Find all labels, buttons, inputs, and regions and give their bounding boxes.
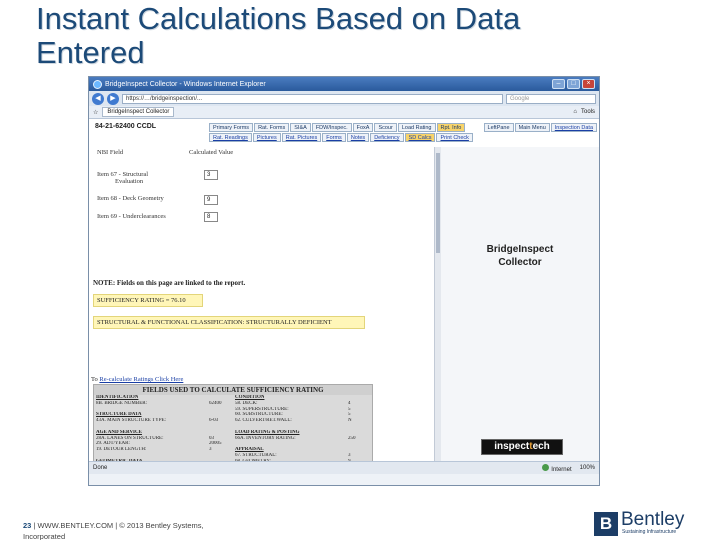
tab-main-menu[interactable]: Main Menu [514,123,550,132]
recalc-link[interactable]: Re-calculate Ratings Click Here [99,376,183,383]
calculated-value-header: Calculated Value [189,149,234,156]
tab-primary-forms[interactable]: Primary Forms [209,123,254,132]
field-item-67-label: Item 67 - Structural Evaluation [97,171,149,185]
footer-text: | WWW.BENTLEY.COM | © 2013 Bentley Syste… [33,521,204,530]
bridgeinspect-logo: BridgeInspect Collector [486,244,554,268]
sufficiency-rating: SUFFICIENCY RATING = 76.10 [93,294,203,307]
status-text: Done [93,465,108,471]
window-title: BridgeInspect Collector - Windows Intern… [105,80,266,88]
window-controls: – □ × [552,79,595,89]
slide-title-line-1: Instant Calculations Based on Data [36,1,521,36]
tab-rat-forms[interactable]: Rat. Forms [254,123,290,132]
search-input[interactable]: Google [506,93,596,104]
page-number: 23 [23,521,32,530]
bentley-name: Bentley [621,509,685,530]
maximize-button[interactable]: □ [567,79,580,89]
tab-forms[interactable]: Forms [322,133,346,142]
browser-tab[interactable]: BridgeInspect Collector [102,107,175,117]
zone-indicator: Internet [542,463,572,473]
tab-foxa[interactable]: FoxA [352,123,374,132]
nbi-field-header: NBI Field [97,149,124,156]
tab-sd-calcs[interactable]: SD Calcs [404,133,436,142]
tab-rpt-info[interactable]: Rpt. Info [436,123,466,132]
status-bar: Done Internet 100% [89,461,599,474]
slide-title: Instant Calculations Based on Data Enter… [36,2,676,70]
browser-window: BridgeInspect Collector - Windows Intern… [88,76,600,486]
classification: STRUCTURAL & FUNCTIONAL CLASSIFICATION: … [93,316,365,329]
tab-sia[interactable]: SI&A [290,123,311,132]
tools-menu[interactable]: Tools [581,109,595,115]
address-bar: ◀ ▶ https://…/bridgeinspection/... Googl… [89,91,599,106]
zoom-level[interactable]: 100% [580,465,595,471]
tab-inspection-data[interactable]: Inspection Data [550,123,597,132]
field-item-69-value[interactable]: 8 [204,212,218,222]
field-item-67-value[interactable]: 3 [204,170,218,180]
field-item-68-value[interactable]: 9 [204,195,218,205]
tab-rat-readings[interactable]: Rat. Readings [209,133,252,142]
field-item-68-label: Item 68 - Deck Geometry [97,195,164,202]
tab-load-rating[interactable]: Load Rating [397,123,436,132]
form-tabs: Primary Forms Rat. Forms SI&A FDW/Inspec… [209,123,597,142]
globe-icon [542,463,550,471]
slide-footer: 23 | WWW.BENTLEY.COM | © 2013 Bentley Sy… [23,520,323,540]
table-title: FIELDS USED TO CALCULATE SUFFICIENCY RAT… [94,385,372,395]
tab-scour[interactable]: Scour [374,123,397,132]
url-field[interactable]: https://…/bridgeinspection/... [122,93,503,104]
slide-title-line-2: Entered [36,35,145,70]
inspecttech-logo: inspecttech [481,439,563,455]
back-button[interactable]: ◀ [92,92,104,105]
forward-button[interactable]: ▶ [107,92,119,105]
scrollbar[interactable] [434,147,441,474]
tab-rat-pictures[interactable]: Rat. Pictures [281,133,322,142]
favorites-bar: ☆ BridgeInspect Collector ⌂ Tools [89,106,599,119]
page-content: 84-21-62400 CCDL Primary Forms Rat. Form… [89,119,599,474]
form-panel: 84-21-62400 CCDL Primary Forms Rat. Form… [89,119,597,474]
tab-notes[interactable]: Notes [346,133,370,142]
link-note: NOTE: Fields on this page are linked to … [93,279,246,287]
form-id: 84-21-62400 CCDL [95,123,157,130]
tab-leftpane[interactable]: LeftPane [483,123,514,132]
branding-panel: BridgeInspect Collector inspecttech [441,147,599,474]
star-icon[interactable]: ☆ [93,109,98,116]
bentley-tagline: Sustaining Infrastructure [622,529,677,535]
close-button[interactable]: × [582,79,595,89]
scrollbar-thumb[interactable] [436,153,440,253]
recalc-line: To Re-calculate Ratings Click Here [91,376,184,383]
tab-pictures[interactable]: Pictures [252,133,281,142]
bentley-logo: B Bentley Sustaining Infrastructure [594,509,704,538]
minimize-button[interactable]: – [552,79,565,89]
ie-icon [93,79,102,89]
tab-fdw-inspec[interactable]: FDW/Inspec. [311,123,352,132]
field-item-69-label: Item 69 - Underclearances [97,213,166,220]
tab-print-check[interactable]: Print Check [436,133,473,142]
home-icon[interactable]: ⌂ [573,109,577,115]
window-titlebar: BridgeInspect Collector - Windows Intern… [89,77,599,91]
footer-text-2: Incorporated [23,532,66,540]
tab-deficiency[interactable]: Deficiency [370,133,404,142]
bentley-mark-icon: B [594,512,618,536]
